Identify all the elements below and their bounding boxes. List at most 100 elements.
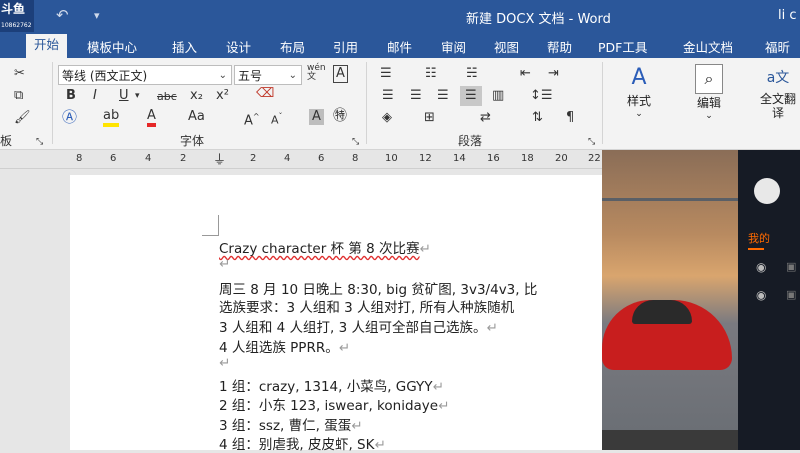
tab-review[interactable]: 审阅 — [441, 37, 466, 56]
align-right-icon[interactable]: ☰ — [437, 88, 449, 104]
format-painter-icon[interactable]: 🖌 — [14, 110, 31, 126]
cut-icon[interactable]: ✂ — [14, 66, 25, 82]
doc-line[interactable]: ↵ — [219, 256, 230, 272]
doc-line-text: 3 组：ssz, 曹仁, 蛋蛋 — [219, 418, 352, 434]
undo-icon[interactable]: ↶ — [56, 6, 69, 24]
tab-templates[interactable]: 模板中心 — [87, 37, 137, 56]
tab-mailings[interactable]: 邮件 — [387, 37, 412, 56]
doc-line[interactable]: 选族要求：3 人组和 3 人组对打, 所有人种族随机 — [219, 296, 514, 316]
doc-line[interactable]: 1 组：crazy, 1314, 小菜鸟, GGYY↵ — [219, 375, 444, 395]
clear-formatting-icon[interactable]: ⌫ — [256, 86, 274, 102]
tab-view[interactable]: 视图 — [494, 37, 519, 56]
tab-design[interactable]: 设计 — [226, 37, 251, 56]
tab-foxit[interactable]: 福昕 — [765, 37, 790, 56]
translate-button[interactable]: a文 全文翻译 — [756, 64, 800, 120]
chevron-down-icon: ⌄ — [218, 70, 227, 81]
enclose-characters-icon[interactable]: ㊕ — [333, 108, 347, 124]
tab-pdf-tools[interactable]: PDF工具 — [598, 37, 647, 56]
italic-icon[interactable]: I — [93, 88, 97, 104]
ruler-tick: 6 — [318, 153, 325, 164]
distributed-icon[interactable]: ▥ — [492, 88, 504, 104]
ruler-tick: 18 — [521, 153, 534, 164]
clipboard-launcher-icon[interactable]: ⤡ — [36, 134, 43, 150]
styles-icon: A — [631, 65, 647, 90]
show-marks-icon[interactable]: ¶ — [566, 110, 574, 126]
borders-icon[interactable]: ⊞ — [424, 110, 435, 126]
doc-line-text: 4 组：别虐我, 皮皮虾, SK — [219, 437, 375, 453]
avatar — [754, 178, 780, 204]
tab-underline — [748, 248, 764, 250]
sort-icon[interactable]: ⇅ — [532, 110, 543, 126]
highlight-icon[interactable]: ab — [103, 109, 120, 127]
eye-icon[interactable]: ◉ — [756, 260, 766, 274]
styles-button[interactable]: A 样式 ⌄ — [616, 64, 662, 119]
font-launcher-icon[interactable]: ⤡ — [352, 134, 359, 150]
separator — [366, 62, 367, 144]
doc-line[interactable]: 3 人组和 4 人组打, 3 人组可全部自己选族。↵ — [219, 316, 498, 336]
subscript-icon[interactable]: x₂ — [190, 88, 203, 104]
text-effects-icon[interactable]: Ⓐ — [62, 109, 77, 125]
doc-line[interactable]: ↵ — [219, 355, 230, 371]
document-page[interactable]: Crazy character 杯 第 8 次比赛↵ ↵ 周三 8 月 10 日… — [70, 175, 602, 453]
bold-icon[interactable]: B — [66, 88, 76, 104]
line-spacing-icon[interactable]: ↕☰ — [530, 88, 553, 104]
bullets-icon[interactable]: ☰ — [380, 66, 392, 82]
tab-references[interactable]: 引用 — [333, 37, 358, 56]
doc-line-text: 1 组：crazy, 1314, 小菜鸟, GGYY — [219, 379, 433, 395]
multilevel-list-icon[interactable]: ☵ — [466, 66, 478, 82]
strikethrough-icon[interactable]: abc — [157, 89, 177, 105]
tab-kingsoft-docs[interactable]: 金山文档 — [683, 37, 733, 56]
font-name-select[interactable]: 等线 (西文正文) ⌄ — [58, 65, 232, 85]
paragraph-mark-icon: ↵ — [374, 437, 386, 453]
indent-marker-icon[interactable]: ⏚ — [213, 149, 226, 168]
car-photo — [602, 150, 738, 430]
paragraph-mark-icon: ↵ — [219, 256, 231, 272]
tab-help[interactable]: 帮助 — [547, 37, 572, 56]
numbering-icon[interactable]: ☷ — [425, 66, 437, 82]
horizontal-ruler: 8 6 4 2 ⏚ 2 4 6 8 10 12 14 16 18 20 22 — [0, 150, 602, 169]
doc-line[interactable]: 3 组：ssz, 曹仁, 蛋蛋↵ — [219, 414, 363, 434]
eye-icon[interactable]: ◉ — [756, 288, 766, 302]
customize-qat-icon[interactable]: ▾ — [94, 9, 100, 22]
paragraph-mark-icon: ↵ — [438, 398, 450, 414]
lock-icon: ▣ — [786, 288, 797, 301]
tab-insert[interactable]: 插入 — [172, 37, 197, 56]
character-shading-icon[interactable]: A — [309, 109, 324, 125]
edit-button[interactable]: ⌕ 编辑 ⌄ — [686, 64, 732, 121]
edit-label: 编辑 — [696, 96, 721, 110]
ruler-tick: 2 — [180, 153, 187, 164]
paragraph-launcher-icon[interactable]: ⤡ — [588, 134, 595, 150]
phonetic-guide-icon[interactable]: wén 文 — [307, 64, 326, 82]
user-name[interactable]: li c — [778, 8, 797, 23]
shrink-font-icon[interactable]: Aˇ — [271, 109, 283, 129]
align-center-icon[interactable]: ☰ — [410, 88, 422, 104]
superscript-icon[interactable]: x² — [216, 88, 229, 104]
tab-layout[interactable]: 布局 — [280, 37, 305, 56]
paragraph-mark-icon: ↵ — [351, 418, 363, 434]
underline-icon[interactable]: U — [119, 88, 129, 104]
doc-line[interactable]: 周三 8 月 10 日晚上 8:30, big 贫矿图, 3v3/4v3, 比 — [219, 278, 537, 298]
font-size-select[interactable]: 五号 ⌄ — [234, 65, 302, 85]
doc-line[interactable]: 4 组：别虐我, 皮皮虾, SK↵ — [219, 433, 386, 453]
decrease-indent-icon[interactable]: ⇤ — [520, 66, 531, 82]
doc-line[interactable]: 4 人组选族 PPRR。↵ — [219, 336, 350, 356]
ruler-tick: 6 — [110, 153, 117, 164]
change-case-icon[interactable]: Aa — [188, 109, 205, 125]
ribbon-tabs: 开始 模板中心 插入 设计 布局 引用 邮件 审阅 视图 帮助 PDF工具 金山… — [0, 32, 800, 58]
character-border-icon[interactable]: A — [333, 65, 348, 83]
room-id: 10862762 — [1, 22, 32, 29]
shading-icon[interactable]: ◈ — [382, 110, 392, 126]
chinese-layout-icon[interactable]: ⇄ — [480, 110, 491, 126]
doc-line[interactable]: 2 组：小东 123, iswear, konidaye↵ — [219, 394, 449, 414]
align-left-icon[interactable]: ☰ — [382, 88, 394, 104]
font-color-icon[interactable]: A — [147, 109, 156, 127]
panel-tab-label[interactable]: 我的 — [748, 230, 770, 246]
doc-line-text: 3 人组和 4 人组打, 3 人组可全部自己选族。 — [219, 320, 487, 336]
tab-home[interactable]: 开始 — [26, 34, 68, 58]
copy-icon[interactable]: ⧉ — [14, 88, 23, 104]
increase-indent-icon[interactable]: ⇥ — [548, 66, 559, 82]
underline-dropdown-icon[interactable]: ▾ — [135, 88, 140, 104]
doc-line[interactable]: Crazy character 杯 第 8 次比赛↵ — [219, 237, 431, 257]
grow-font-icon[interactable]: A^ — [244, 109, 260, 129]
justify-icon[interactable]: ☰ — [460, 86, 482, 106]
